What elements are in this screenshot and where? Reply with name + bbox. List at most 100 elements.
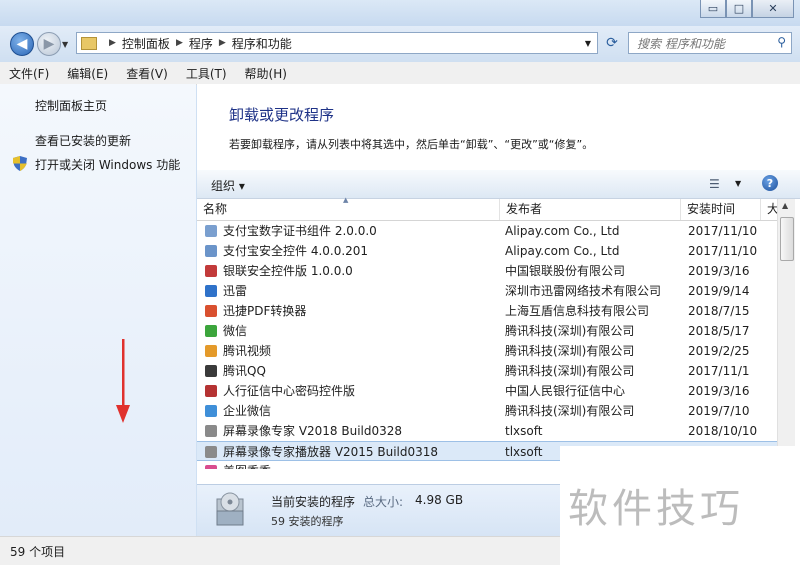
menu-help[interactable]: 帮助(H) (236, 65, 296, 82)
menu-tools[interactable]: 工具(T) (177, 65, 236, 82)
program-row[interactable]: 人行征信中心密码控件版 中国人民银行征信中心 2019/3/16 (197, 381, 777, 401)
vertical-scrollbar[interactable]: ▲ (777, 199, 795, 469)
program-name: 迅捷PDF转换器 (223, 304, 307, 318)
program-install-date: 2017/11/10 (688, 224, 758, 238)
chevron-right-icon[interactable]: ▶ (219, 38, 226, 48)
address-bar[interactable]: ▶ 控制面板 ▶ 程序 ▶ 程序和功能 ▼ (76, 32, 598, 54)
program-row[interactable]: 腾讯QQ 腾讯科技(深圳)有限公司 2017/11/1 (197, 361, 777, 381)
program-row[interactable]: 迅雷 深圳市迅雷网络技术有限公司 2019/9/14 (197, 281, 777, 301)
program-publisher: tlxsoft (505, 424, 543, 438)
breadcrumb-programs-features[interactable]: 程序和功能 (232, 35, 292, 52)
program-install-date: 2018/10/10 (688, 424, 758, 438)
help-icon[interactable]: ? (762, 175, 778, 191)
scrollbar-thumb[interactable] (780, 217, 794, 261)
chevron-right-icon[interactable]: ▶ (176, 38, 183, 48)
tasks-pane: 控制面板主页 查看已安装的更新 打开或关闭 Windows 功能 (0, 84, 196, 536)
search-box[interactable]: ⚲ (628, 32, 792, 54)
program-name: 企业微信 (223, 404, 272, 418)
program-icon (205, 425, 217, 437)
program-icon (205, 446, 217, 458)
menu-view[interactable]: 查看(V) (117, 65, 177, 82)
breadcrumb-control-panel[interactable]: 控制面板 (122, 35, 170, 52)
program-publisher: Alipay.com Co., Ltd (505, 244, 620, 258)
search-input[interactable] (635, 34, 775, 54)
total-size-label: 总大小: (363, 495, 404, 509)
forward-button[interactable]: ▶ (37, 32, 61, 56)
page-title: 卸载或更改程序 (229, 106, 335, 124)
program-name: 屏幕录像专家播放器 V2015 Build0318 (223, 445, 439, 459)
command-bar: 组织 ▾ ☰ ▼ ? (197, 170, 800, 199)
programs-and-features-window: ▭ □ ✕ ◀ ▶ ▼ ▶ 控制面板 ▶ 程序 ▶ 程序和功能 ▼ ⟳ ⚲ 文件… (0, 0, 800, 565)
program-row[interactable]: 迅捷PDF转换器 上海互盾信息科技有限公司 2018/7/15 (197, 301, 777, 321)
watermark: 软件技巧 (560, 446, 800, 565)
program-list-pane: 卸载或更改程序 若要卸载程序，请从列表中将其选中，然后单击“卸载”、“更改”或“… (197, 84, 800, 484)
program-publisher: 腾讯科技(深圳)有限公司 (505, 404, 635, 418)
control-panel-icon (81, 36, 97, 50)
column-header-name[interactable]: 名称 (197, 199, 500, 220)
program-publisher: 腾讯科技(深圳)有限公司 (505, 344, 635, 358)
minimize-button[interactable]: ▭ (700, 0, 726, 18)
recent-pages-dropdown[interactable]: ▼ (62, 40, 68, 49)
navigation-bar: ◀ ▶ ▼ ▶ 控制面板 ▶ 程序 ▶ 程序和功能 ▼ ⟳ ⚲ (0, 26, 800, 62)
chevron-down-icon[interactable]: ▼ (735, 179, 741, 188)
program-icon (205, 345, 217, 357)
menu-bar: 文件(F) 编辑(E) 查看(V) 工具(T) 帮助(H) (0, 62, 800, 85)
program-row[interactable]: 支付宝数字证书组件 2.0.0.0 Alipay.com Co., Ltd 2017… (197, 221, 777, 241)
chevron-down-icon[interactable]: ▼ (585, 39, 591, 48)
program-name: 人行征信中心密码控件版 (223, 384, 356, 398)
program-row[interactable]: 微信 腾讯科技(深圳)有限公司 2018/5/17 (197, 321, 777, 341)
program-publisher: Alipay.com Co., Ltd (505, 224, 620, 238)
back-button[interactable]: ◀ (10, 32, 34, 56)
program-icon (205, 225, 217, 237)
details-title: 当前安装的程序 (271, 495, 356, 509)
control-panel-home-link[interactable]: 控制面板主页 (35, 97, 107, 114)
program-name: 腾讯视频 (223, 344, 272, 358)
program-name: 支付宝数字证书组件 2.0.0.0 (223, 224, 377, 238)
program-install-date: 2017/11/10 (688, 244, 758, 258)
search-icon[interactable]: ⚲ (777, 35, 786, 49)
breadcrumb-programs[interactable]: 程序 (189, 35, 213, 52)
organize-button[interactable]: 组织 ▾ (211, 177, 245, 194)
program-list: 支付宝数字证书组件 2.0.0.0 Alipay.com Co., Ltd 2017… (197, 221, 777, 469)
program-install-date: 2019/7/10 (688, 404, 750, 418)
view-installed-updates-link[interactable]: 查看已安装的更新 (35, 132, 131, 149)
scroll-up-icon[interactable]: ▲ (782, 201, 788, 210)
view-options-icon[interactable]: ☰ (709, 177, 720, 191)
menu-file[interactable]: 文件(F) (0, 65, 58, 82)
window-controls: ▭ □ ✕ (700, 0, 794, 18)
program-icon (205, 305, 217, 317)
menu-edit[interactable]: 编辑(E) (58, 65, 117, 82)
total-size-value: 4.98 GB (415, 493, 464, 507)
refresh-button[interactable]: ⟳ (600, 32, 624, 54)
chevron-right-icon[interactable]: ▶ (109, 38, 116, 48)
program-name: 银联安全控件版 1.0.0.0 (223, 264, 353, 278)
column-header-publisher[interactable]: 发布者 (500, 199, 681, 220)
program-icon (205, 325, 217, 337)
program-publisher: 腾讯科技(深圳)有限公司 (505, 364, 635, 378)
program-name: 微信 (223, 324, 248, 338)
windows-features-link[interactable]: 打开或关闭 Windows 功能 (35, 156, 180, 173)
program-publisher: 腾讯科技(深圳)有限公司 (505, 324, 635, 338)
installed-count: 59 安装的程序 (271, 515, 344, 528)
program-publisher: 上海互盾信息科技有限公司 (505, 304, 650, 318)
program-install-date: 2019/3/16 (688, 384, 750, 398)
program-row[interactable]: 企业微信 腾讯科技(深圳)有限公司 2019/7/10 (197, 401, 777, 421)
program-name: 屏幕录像专家 V2018 Build0328 (223, 424, 403, 438)
program-icon (205, 385, 217, 397)
program-install-date: 2019/9/14 (688, 284, 750, 298)
refresh-icon: ⟳ (606, 35, 618, 51)
close-button[interactable]: ✕ (752, 0, 794, 18)
column-header-size[interactable]: 大 (761, 199, 779, 220)
installed-programs-icon (216, 492, 244, 526)
page-description: 若要卸载程序，请从列表中将其选中，然后单击“卸载”、“更改”或“修复”。 (229, 138, 594, 151)
program-icon (205, 405, 217, 417)
program-publisher: 深圳市迅雷网络技术有限公司 (505, 284, 662, 298)
program-icon (205, 285, 217, 297)
maximize-button[interactable]: □ (726, 0, 752, 18)
program-row[interactable]: 支付宝安全控件 4.0.0.201 Alipay.com Co., Ltd 2017… (197, 241, 777, 261)
program-row[interactable]: 银联安全控件版 1.0.0.0 中国银联股份有限公司 2019/3/16 (197, 261, 777, 281)
program-row[interactable]: 屏幕录像专家 V2018 Build0328 tlxsoft 2018/10/10 (197, 421, 777, 441)
program-install-date: 2019/2/25 (688, 344, 750, 358)
column-header-install-date[interactable]: 安装时间 (681, 199, 761, 220)
program-row[interactable]: 腾讯视频 腾讯科技(深圳)有限公司 2019/2/25 (197, 341, 777, 361)
